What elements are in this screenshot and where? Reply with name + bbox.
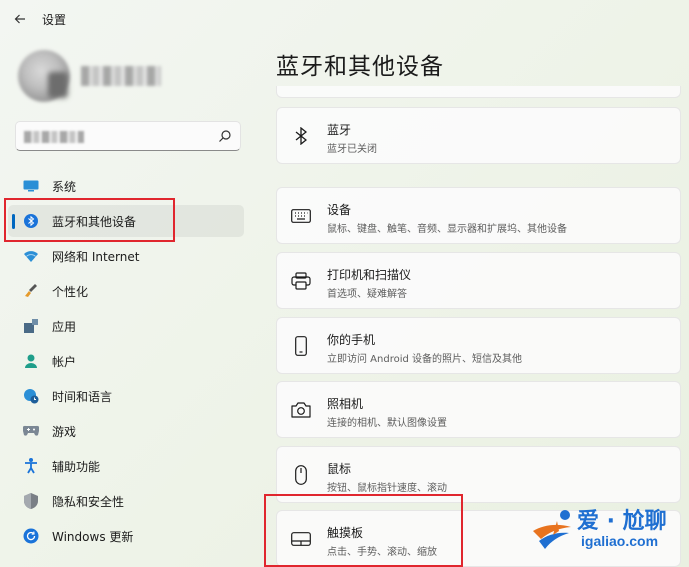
card-subtitle: 蓝牙已关闭 [327, 144, 377, 155]
app-title: 设置 [42, 13, 67, 27]
sidebar-item-label: 应用 [52, 320, 77, 334]
sidebar-item-personalization[interactable]: 个性化 [8, 275, 244, 307]
sidebar-item-label: 辅助功能 [52, 460, 101, 474]
bluetooth-icon [291, 126, 311, 146]
card-subtitle: 点击、手势、滚动、缩放 [327, 547, 437, 558]
title-bar: 设置 [0, 0, 689, 36]
sidebar-item-label: 蓝牙和其他设备 [52, 215, 137, 229]
sidebar-item-apps[interactable]: 应用 [8, 310, 244, 342]
sidebar-item-privacy[interactable]: 隐私和安全性 [8, 485, 244, 517]
watermark-text: 爱 · 尬聊 [577, 509, 667, 534]
sidebar-item-label: 时间和语言 [52, 390, 113, 404]
search-placeholder-blurred [24, 131, 84, 143]
watermark-swoosh-icon [533, 510, 571, 549]
brush-icon [22, 282, 40, 300]
sidebar-item-label: 游戏 [52, 425, 77, 439]
card-title: 设备 [327, 203, 352, 217]
user-profile[interactable] [6, 42, 252, 108]
card-title: 照相机 [327, 397, 364, 411]
card-title: 鼠标 [327, 462, 352, 476]
card-subtitle: 鼠标、键盘、触笔、音频、显示器和扩展坞、其他设备 [327, 224, 567, 235]
card-bluetooth[interactable]: 蓝牙 蓝牙已关闭 [276, 107, 681, 164]
sidebar-item-label: 系统 [52, 180, 77, 194]
update-icon [22, 527, 40, 545]
card-subtitle: 连接的相机、默认图像设置 [327, 418, 447, 429]
globe-clock-icon [22, 387, 40, 405]
card-your-phone[interactable]: 你的手机 立即访问 Android 设备的照片、短信及其他 [276, 317, 681, 374]
selected-indicator [12, 214, 15, 229]
person-icon [22, 352, 40, 370]
sidebar-item-gaming[interactable]: 游戏 [8, 415, 244, 447]
search-icon[interactable] [218, 129, 232, 143]
card-title: 蓝牙 [327, 123, 352, 137]
sidebar-item-accounts[interactable]: 帐户 [8, 345, 244, 377]
sidebar-item-windows-update[interactable]: Windows 更新 [8, 520, 244, 552]
accessibility-icon [22, 457, 40, 475]
card-title: 你的手机 [327, 333, 376, 347]
card-subtitle: 首选项、疑难解答 [327, 289, 407, 300]
keyboard-icon [291, 206, 311, 226]
sidebar-item-label: Windows 更新 [52, 530, 134, 544]
back-arrow-icon [14, 14, 25, 24]
card-top-partial [276, 86, 681, 98]
card-subtitle: 按钮、鼠标指针速度、滚动 [327, 483, 447, 494]
display-icon [22, 177, 40, 195]
phone-icon [291, 336, 311, 356]
card-mouse[interactable]: 鼠标 按钮、鼠标指针速度、滚动 [276, 446, 681, 503]
card-camera[interactable]: 照相机 连接的相机、默认图像设置 [276, 381, 681, 438]
touchpad-icon [291, 529, 311, 549]
watermark-url: igaliao.com [581, 533, 659, 549]
apps-icon [22, 317, 40, 335]
sidebar-item-network[interactable]: 网络和 Internet [8, 240, 244, 272]
gamepad-icon [22, 422, 40, 440]
camera-icon [291, 400, 311, 420]
sidebar-item-label: 帐户 [52, 355, 77, 369]
username-blurred [81, 66, 161, 86]
sidebar-nav: 系统 蓝牙和其他设备 网络和 Internet 个性化 应用 帐户 时间和语言 … [8, 170, 244, 555]
sidebar-item-bluetooth[interactable]: 蓝牙和其他设备 [8, 205, 244, 237]
sidebar-item-label: 个性化 [52, 285, 89, 299]
search-input[interactable] [15, 121, 241, 151]
card-title: 打印机和扫描仪 [327, 268, 412, 282]
shield-icon [22, 492, 40, 510]
sidebar-item-label: 网络和 Internet [52, 250, 140, 264]
sidebar-item-time-language[interactable]: 时间和语言 [8, 380, 244, 412]
card-printers-scanners[interactable]: 打印机和扫描仪 首选项、疑难解答 [276, 252, 681, 309]
sidebar-item-accessibility[interactable]: 辅助功能 [8, 450, 244, 482]
sidebar-item-label: 隐私和安全性 [52, 495, 125, 509]
mouse-icon [291, 465, 311, 485]
sidebar-item-system[interactable]: 系统 [8, 170, 244, 202]
page-title: 蓝牙和其他设备 [276, 54, 444, 80]
card-subtitle: 立即访问 Android 设备的照片、短信及其他 [327, 354, 523, 365]
watermark-logo: 爱 · 尬聊 igaliao.com [527, 497, 689, 567]
card-title: 触摸板 [327, 526, 364, 540]
printer-icon [291, 271, 311, 291]
wifi-icon [22, 247, 40, 265]
back-button[interactable] [10, 9, 30, 29]
card-devices[interactable]: 设备 鼠标、键盘、触笔、音频、显示器和扩展坞、其他设备 [276, 187, 681, 244]
bluetooth-icon [22, 212, 40, 230]
avatar [18, 50, 70, 102]
